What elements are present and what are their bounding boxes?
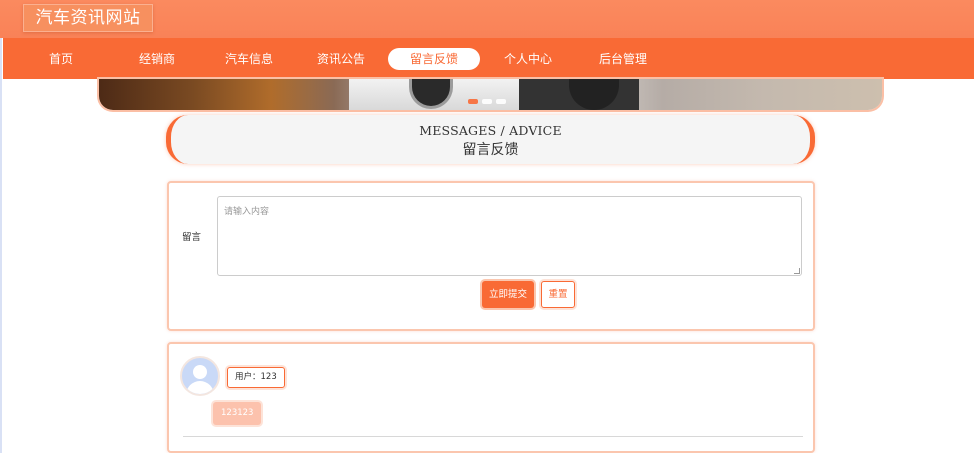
page-edge [0, 0, 2, 453]
section-title: MESSAGES / ADVICE 留言反馈 [166, 115, 815, 164]
top-header: 汽车资讯网站 [0, 0, 974, 38]
comment-divider [183, 436, 803, 437]
nav-item-home[interactable]: 首页 [15, 48, 107, 70]
nav-item-admin[interactable]: 后台管理 [577, 48, 669, 70]
main-nav: 首页 经销商 汽车信息 资讯公告 留言反馈 个人中心 后台管理 [3, 38, 974, 79]
comment-list: 用户：123 123123 [167, 342, 815, 453]
avatar-body [186, 381, 214, 394]
nav-item-dealers[interactable]: 经销商 [111, 48, 203, 70]
carousel-dot-1[interactable] [468, 99, 478, 104]
resize-grip-icon[interactable] [794, 268, 800, 274]
message-textarea[interactable]: 请输入内容 [217, 196, 802, 276]
nav-item-personal-center[interactable]: 个人中心 [482, 48, 574, 70]
banner-carousel[interactable] [99, 79, 882, 110]
submit-button[interactable]: 立即提交 [482, 281, 534, 308]
message-label: 留言 [182, 232, 202, 243]
carousel-dot-2[interactable] [482, 99, 492, 104]
site-title[interactable]: 汽车资讯网站 [23, 4, 153, 32]
reset-button[interactable]: 重置 [541, 281, 575, 308]
nav-item-car-info[interactable]: 汽车信息 [203, 48, 295, 70]
section-title-zh: 留言反馈 [462, 142, 519, 158]
comment-content: 123123 [213, 402, 262, 425]
avatar [180, 356, 220, 396]
carousel-indicators [468, 89, 510, 108]
section-title-en: MESSAGES / ADVICE [419, 123, 562, 138]
carousel-dot-3[interactable] [496, 99, 506, 104]
comment-user-label: 用户：123 [227, 367, 285, 388]
nav-item-news[interactable]: 资讯公告 [295, 48, 387, 70]
message-form: 留言 请输入内容 立即提交 重置 [167, 181, 815, 331]
avatar-head [193, 365, 207, 379]
nav-item-feedback[interactable]: 留言反馈 [388, 48, 480, 70]
